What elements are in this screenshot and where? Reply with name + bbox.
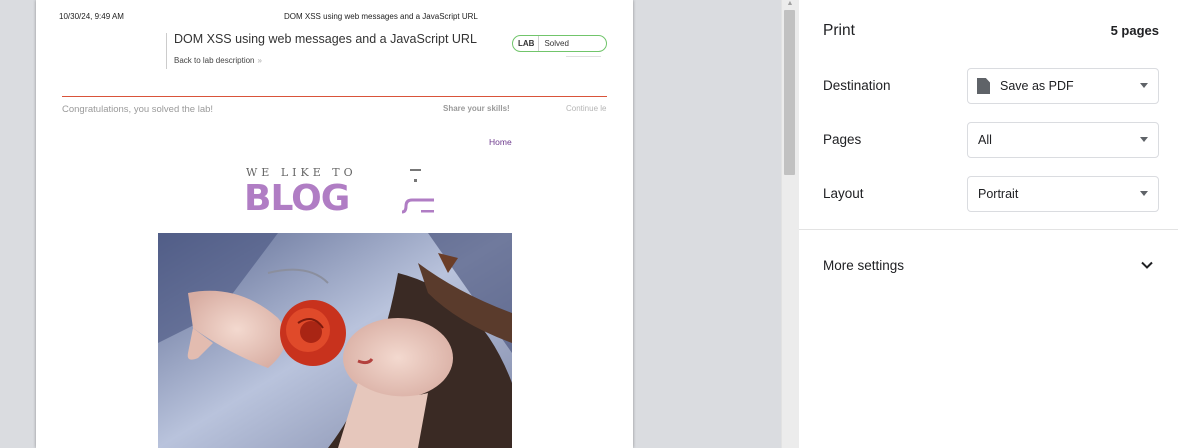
blog-hero-image <box>158 233 512 448</box>
badge-underline <box>566 56 601 57</box>
pages-value: All <box>978 133 992 147</box>
settings-divider <box>799 229 1178 230</box>
blog-logo: WE LIKE TO BLOG <box>244 164 434 220</box>
lab-badge-status: Solved <box>544 39 569 48</box>
lab-status-badge: LAB Solved <box>512 35 607 52</box>
scroll-up-arrow-icon[interactable]: ▲ <box>785 0 795 8</box>
page-count: 5 pages <box>1110 23 1159 38</box>
print-preview-area: 10/30/24, 9:49 AM DOM XSS using web mess… <box>0 0 783 448</box>
congrats-message: Congratulations, you solved the lab! <box>62 104 214 115</box>
layout-label: Layout <box>823 186 864 201</box>
preview-scrollbar-thumb[interactable] <box>784 10 795 175</box>
destination-label: Destination <box>823 78 891 93</box>
pages-label: Pages <box>823 132 862 147</box>
lab-title: DOM XSS using web messages and a JavaScr… <box>174 32 477 46</box>
pages-select[interactable]: All <box>967 122 1159 158</box>
double-chevron-right-icon: » <box>257 56 262 65</box>
layout-select[interactable]: Portrait <box>967 176 1159 212</box>
page-header-date: 10/30/24, 9:49 AM <box>59 12 124 21</box>
back-link-label: Back to lab description <box>174 56 255 65</box>
lab-badge-label: LAB <box>513 36 540 51</box>
print-settings-panel: Print 5 pages Destination Save as PDF Pa… <box>799 0 1178 448</box>
destination-value: Save as PDF <box>1000 79 1074 93</box>
logo-face-icon <box>401 169 434 214</box>
continue-learning-link: Continue le <box>566 104 607 113</box>
caret-down-icon <box>1140 83 1148 88</box>
caret-down-icon <box>1140 191 1148 196</box>
back-to-lab-link: Back to lab description» <box>174 56 262 65</box>
print-title: Print <box>823 22 855 39</box>
caret-down-icon <box>1140 137 1148 142</box>
document-icon <box>977 78 990 94</box>
more-settings-toggle[interactable]: More settings <box>823 258 904 273</box>
layout-value: Portrait <box>978 187 1019 201</box>
home-link: Home <box>489 137 512 147</box>
chevron-down-icon[interactable] <box>1140 258 1154 272</box>
notification-rule <box>62 96 607 97</box>
preview-page: 10/30/24, 9:49 AM DOM XSS using web mess… <box>36 0 633 448</box>
page-header-title: DOM XSS using web messages and a JavaScr… <box>284 12 478 21</box>
lab-header-divider <box>166 33 167 69</box>
share-skills-text: Share your skills! <box>443 104 510 113</box>
destination-select[interactable]: Save as PDF <box>967 68 1159 104</box>
